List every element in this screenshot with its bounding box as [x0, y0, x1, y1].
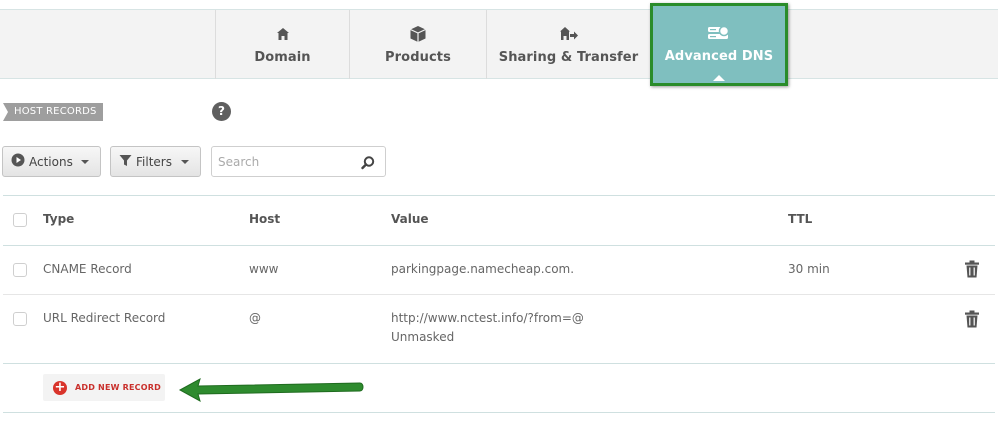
row-checkbox[interactable]	[13, 312, 27, 326]
active-tab-indicator	[713, 75, 725, 81]
search-box	[211, 146, 386, 177]
transfer-icon	[559, 24, 579, 44]
annotation-arrow-icon	[176, 377, 366, 407]
add-new-record-button[interactable]: + ADD NEW RECORD	[43, 374, 165, 401]
tab-products[interactable]: Products	[349, 10, 486, 79]
header-divider	[3, 245, 995, 246]
row-type[interactable]: URL Redirect Record	[43, 311, 165, 325]
row-ttl[interactable]: 30 min	[788, 262, 830, 276]
filters-button[interactable]: Filters	[110, 146, 201, 177]
help-icon[interactable]: ?	[212, 102, 231, 121]
filter-icon	[119, 154, 132, 170]
tab-products-label: Products	[385, 50, 451, 65]
trash-icon[interactable]	[964, 310, 980, 332]
add-new-record-label: ADD NEW RECORD	[75, 383, 161, 392]
row-host[interactable]: @	[249, 311, 261, 325]
tab-dns-label: Advanced DNS	[664, 49, 774, 64]
header-ttl: TTL	[788, 212, 813, 226]
caret-down-icon	[181, 159, 189, 164]
row-type[interactable]: CNAME Record	[43, 262, 132, 276]
select-all-checkbox[interactable]	[13, 213, 27, 227]
row-value[interactable]: http://www.nctest.info/?from=@	[391, 311, 584, 325]
tab-domain-label: Domain	[254, 50, 311, 65]
trash-icon[interactable]	[964, 260, 980, 282]
box-icon	[409, 24, 427, 44]
actions-button[interactable]: Actions	[2, 146, 101, 177]
filters-label: Filters	[136, 154, 172, 169]
row-value-mode[interactable]: Unmasked	[391, 330, 454, 344]
tab-sharing-transfer[interactable]: Sharing & Transfer	[486, 10, 650, 79]
plus-circle-icon: +	[53, 379, 67, 395]
host-records-label: HOST RECORDS	[3, 103, 103, 121]
row-checkbox[interactable]	[13, 263, 27, 277]
table-top-border	[3, 195, 995, 196]
play-circle-icon	[11, 153, 25, 170]
row-host[interactable]: www	[249, 262, 278, 276]
header-value: Value	[391, 212, 429, 226]
search-icon[interactable]	[361, 155, 375, 174]
row-value[interactable]: parkingpage.namecheap.com.	[391, 262, 574, 276]
caret-down-icon	[81, 159, 89, 164]
table-bottom-border	[3, 363, 995, 364]
tab-advanced-dns[interactable]: Advanced DNS	[650, 3, 788, 86]
row-divider	[3, 294, 995, 295]
search-input[interactable]	[218, 153, 358, 171]
home-icon	[276, 24, 290, 44]
server-icon	[707, 23, 731, 43]
header-host: Host	[249, 212, 281, 226]
tab-domain[interactable]: Domain	[215, 10, 349, 79]
tab-bar: Domain Products Sharing & Transfer Advan…	[0, 3, 998, 86]
tab-sharing-label: Sharing & Transfer	[498, 50, 639, 65]
actions-label: Actions	[29, 154, 73, 169]
footer-border	[3, 412, 995, 413]
header-type: Type	[43, 212, 75, 226]
